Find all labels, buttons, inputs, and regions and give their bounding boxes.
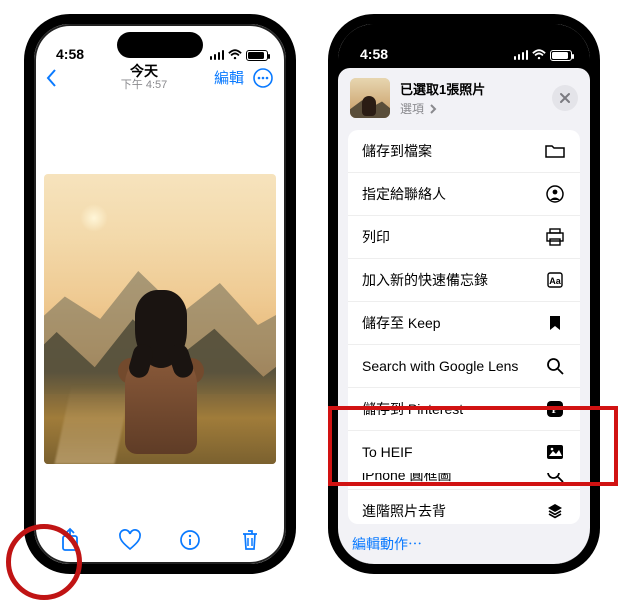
action-label: 儲存至 Keep — [362, 313, 441, 333]
action-save-to-files[interactable]: 儲存到檔案 — [348, 130, 580, 172]
selected-photo-thumbnail — [350, 78, 390, 118]
image-icon — [544, 441, 566, 463]
options-label: 選項 — [400, 100, 424, 117]
dynamic-island — [117, 32, 203, 58]
nav-subtitle: 下午 4:57 — [121, 79, 167, 91]
more-button[interactable] — [252, 67, 274, 89]
action-label: 儲存到檔案 — [362, 141, 432, 161]
share-actions-list: 儲存到檔案 指定給聯絡人 列印 加入新的快速備忘錄 Aa — [348, 130, 580, 524]
action-label: iPhone 圓框圖 — [362, 473, 451, 485]
annotation-circle-share — [6, 524, 82, 600]
edit-share-actions-button[interactable]: 編輯動作⋯ — [338, 524, 590, 564]
action-label: 進階照片去背 — [362, 501, 446, 521]
cell-signal-icon — [210, 50, 225, 60]
action-to-heif[interactable]: To HEIF — [348, 430, 580, 473]
wifi-icon — [532, 48, 546, 62]
printer-icon — [544, 226, 566, 248]
nav-bar: 今天 下午 4:57 編輯 — [34, 62, 286, 95]
phone-mockup-photos: 4:58 今天 下午 4:57 編輯 — [24, 14, 296, 574]
action-add-quick-note[interactable]: 加入新的快速備忘錄 Aa — [348, 258, 580, 301]
action-label: 加入新的快速備忘錄 — [362, 270, 488, 290]
nav-title: 今天 — [121, 64, 167, 79]
wifi-icon — [228, 48, 242, 62]
status-indicators — [502, 48, 572, 62]
action-label: To HEIF — [362, 444, 413, 460]
status-indicators — [198, 48, 268, 62]
delete-button[interactable] — [236, 526, 264, 554]
status-time: 4:58 — [56, 46, 116, 62]
share-sheet-header: 已選取1張照片 選項 — [338, 68, 590, 126]
close-button[interactable] — [552, 85, 578, 111]
dynamic-island — [421, 32, 507, 58]
action-save-to-keep[interactable]: 儲存至 Keep — [348, 301, 580, 344]
action-advanced-remove-bg[interactable]: 進階照片去背 — [348, 489, 580, 524]
action-assign-to-contact[interactable]: 指定給聯絡人 — [348, 172, 580, 215]
action-print[interactable]: 列印 — [348, 215, 580, 258]
search-icon — [544, 473, 566, 485]
action-iphone-round-frame[interactable]: iPhone 圓框圖 — [348, 473, 580, 489]
svg-text:Aa: Aa — [549, 276, 561, 286]
share-sheet: 已選取1張照片 選項 儲存到檔案 指定給聯絡人 — [338, 68, 590, 564]
phone-mockup-share-sheet: 4:58 已選取1張照片 選項 — [328, 14, 600, 574]
pinterest-icon: P — [544, 398, 566, 420]
nav-title-group: 今天 下午 4:57 — [121, 64, 167, 91]
battery-icon — [550, 50, 572, 61]
action-label: 指定給聯絡人 — [362, 184, 446, 204]
action-label: 列印 — [362, 227, 390, 247]
share-sheet-title: 已選取1張照片 — [400, 79, 485, 98]
svg-text:P: P — [552, 404, 559, 416]
status-time: 4:58 — [360, 46, 420, 62]
info-button[interactable] — [176, 526, 204, 554]
favorite-button[interactable] — [116, 526, 144, 554]
folder-icon — [544, 140, 566, 162]
edit-button[interactable]: 編輯 — [214, 67, 244, 88]
action-label: Search with Google Lens — [362, 358, 518, 374]
options-button[interactable]: 選項 — [400, 100, 438, 117]
contact-icon — [544, 183, 566, 205]
battery-icon — [246, 50, 268, 61]
action-label: 儲存到 Pinterest — [362, 399, 463, 419]
back-button[interactable] — [44, 67, 60, 89]
photo-preview[interactable] — [44, 174, 276, 464]
layers-icon — [544, 500, 566, 522]
quicknote-icon: Aa — [544, 269, 566, 291]
cell-signal-icon — [514, 50, 529, 60]
action-save-to-pinterest[interactable]: 儲存到 Pinterest P — [348, 387, 580, 430]
action-google-lens[interactable]: Search with Google Lens — [348, 344, 580, 387]
search-icon — [544, 355, 566, 377]
bookmark-icon — [544, 312, 566, 334]
